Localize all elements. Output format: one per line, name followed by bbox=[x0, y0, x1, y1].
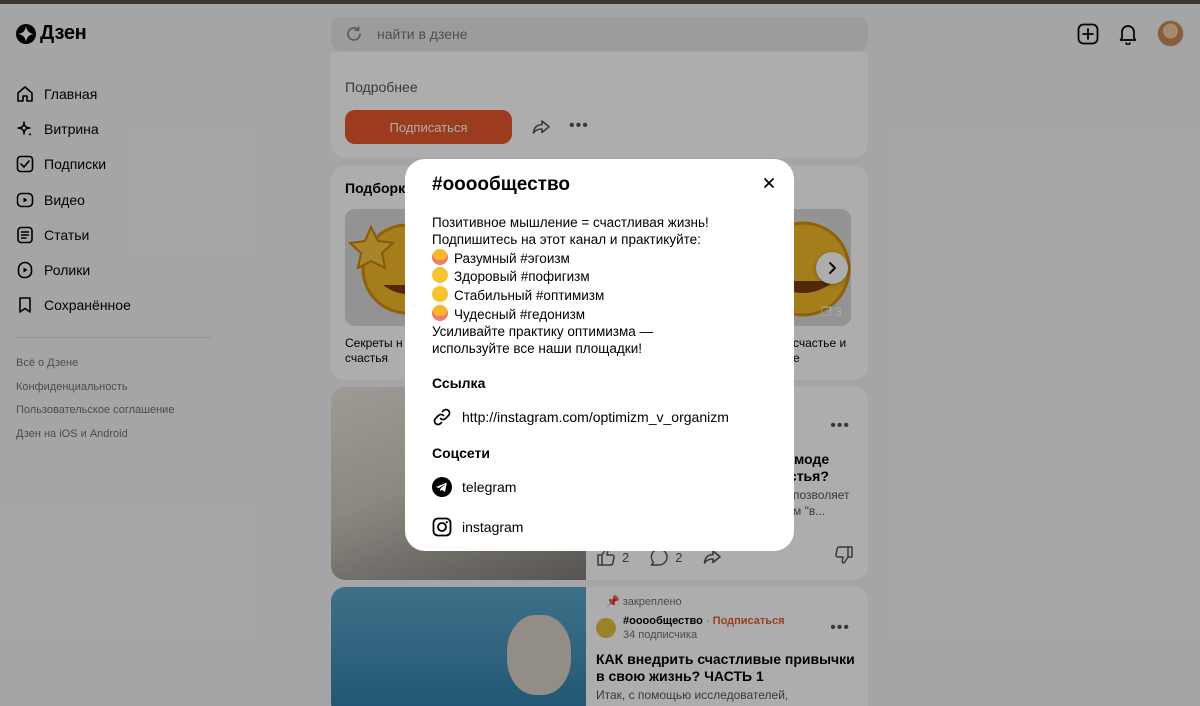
link-section-title: Ссылка bbox=[432, 375, 486, 392]
telegram-icon bbox=[432, 477, 452, 498]
description-line: используйте все наши площадки! bbox=[432, 340, 642, 356]
close-icon[interactable] bbox=[762, 176, 776, 190]
social-link-telegram[interactable]: telegram bbox=[432, 477, 767, 498]
instagram-icon bbox=[432, 517, 452, 537]
description-text: Чудесный #гедонизм bbox=[454, 306, 586, 322]
description-text: Стабильный #оптимизм bbox=[454, 288, 605, 304]
description-line-item: Стабильный #оптимизм bbox=[432, 286, 767, 305]
description-line: Усиливайте практику оптимизма — bbox=[432, 323, 654, 339]
social-name[interactable]: telegram bbox=[462, 479, 516, 495]
description-text: Разумный #эгоизм bbox=[454, 250, 570, 266]
description-text: Здоровый #пофигизм bbox=[454, 269, 590, 285]
smiling-hearts-emoji-icon bbox=[432, 248, 448, 265]
description-line: Позитивное мышление = счастливая жизнь! bbox=[432, 215, 709, 230]
description-line-item: Разумный #эгоизм bbox=[432, 248, 767, 268]
socials-section-title: Соцсети bbox=[432, 445, 490, 462]
description-line-item: Чудесный #гедонизм bbox=[432, 304, 767, 324]
star-struck-emoji-icon bbox=[432, 286, 448, 303]
social-name[interactable]: instagram bbox=[462, 519, 523, 535]
description-line: Подпишитесь на этот канал и практикуйте: bbox=[432, 231, 701, 247]
channel-link[interactable]: http://instagram.com/optimizm_v_organizm bbox=[432, 407, 767, 427]
description-line-item: Здоровый #пофигизм bbox=[432, 267, 767, 286]
link-url[interactable]: http://instagram.com/optimizm_v_organizm bbox=[462, 409, 729, 425]
link-icon bbox=[433, 409, 451, 426]
modal-title: #ооообщество bbox=[432, 174, 570, 195]
channel-info-modal: #ооообщество Позитивное мышление = счаст… bbox=[405, 159, 794, 551]
modal-description: Позитивное мышление = счастливая жизнь! … bbox=[432, 215, 767, 357]
social-link-instagram[interactable]: instagram bbox=[432, 517, 767, 537]
heart-eyes-emoji-icon bbox=[432, 304, 448, 321]
smiling-emoji-icon bbox=[432, 267, 448, 284]
